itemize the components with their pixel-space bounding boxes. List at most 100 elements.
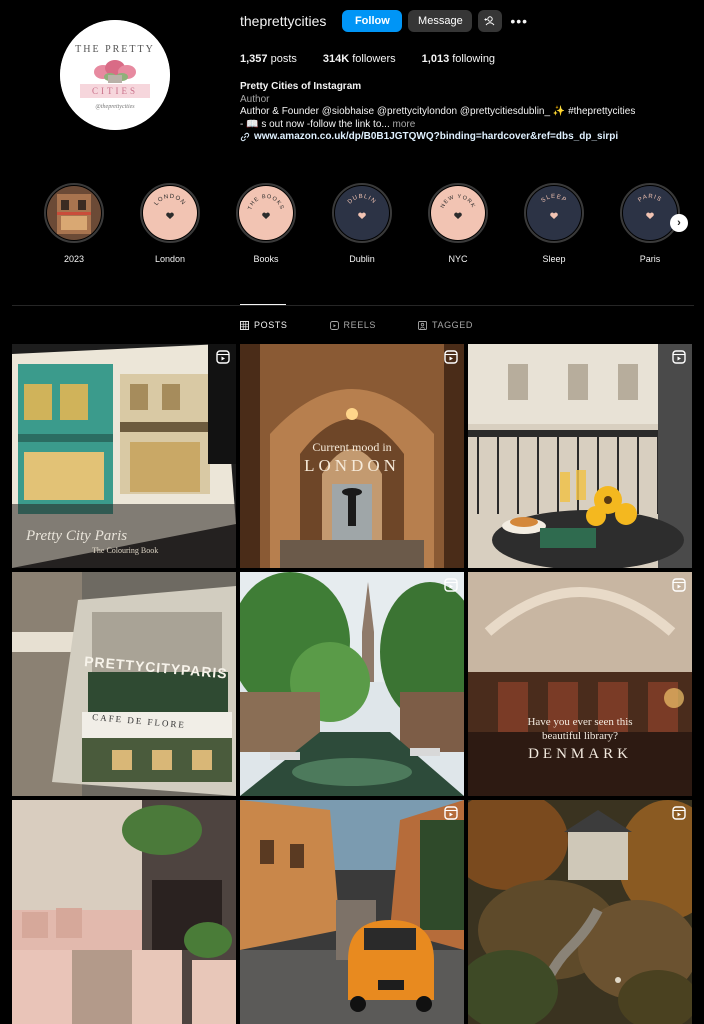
svg-text:NEW YORK: NEW YORK [440,194,476,210]
highlight-ring: LONDON [140,183,200,243]
post-tile[interactable] [12,800,236,1024]
profile-tabs: POSTS REELS TAGGED [240,320,515,330]
highlight-cover [47,186,101,240]
svg-text:SLEEP: SLEEP [541,194,568,204]
posts-grid: Pretty City Paris The Colouring Book Cur… [12,344,692,1024]
heart-badge-icon: LONDON [154,194,187,219]
avatar-sub-text: @theprettycities [95,104,135,110]
post-overlay-subtitle: Have you ever seen this [527,716,633,728]
post-tile[interactable] [240,572,464,796]
highlight-ring: DUBLIN [332,183,392,243]
post-tile[interactable]: Pretty City Paris The Colouring Book [12,344,236,568]
highlights-next-arrow-icon[interactable]: › [670,214,688,232]
post-overlay-subtitle: Current mood in [312,440,392,454]
autumn-village-image-icon [468,800,692,1024]
bio-line-1: Author & Founder @siobhaise @prettycityl… [240,106,636,117]
avatar-bottom-text: CITIES [92,86,138,96]
profile-action-row: theprettycities Follow Message ••• [240,9,528,33]
heart-badge-icon: THE BOOKS [247,194,284,219]
grid-icon [240,320,249,330]
post-tile[interactable] [468,800,692,1024]
highlight-label: London [154,254,186,264]
post-overlay-subtitle-2: beautiful library? [541,730,619,742]
reel-indicator-icon [216,350,230,364]
post-tile[interactable] [468,344,692,568]
street-car-image-icon [240,800,464,1024]
heart-badge-icon: DUBLIN [347,194,377,219]
tab-reels-label: REELS [343,320,377,330]
highlight-cover: LONDON [143,186,197,240]
highlight-label: Sleep [542,254,566,264]
highlight-london[interactable]: LONDON London [138,183,202,264]
followers-count: 314K [322,53,350,65]
highlight-label: 2023 [63,254,85,264]
post-overlay-title: DENMARK [528,746,632,762]
svg-text:THE BOOKS: THE BOOKS [247,194,284,211]
reel-indicator-icon [444,350,458,364]
add-person-icon [484,16,495,26]
more-options-icon[interactable]: ••• [510,13,528,29]
highlight-cover: DUBLIN [335,186,389,240]
post-tile[interactable]: Have you ever seen this beautiful librar… [468,572,692,796]
post-overlay-subtitle: The Colouring Book [92,546,159,555]
tab-reels[interactable]: REELS [329,320,377,330]
highlight-2023[interactable]: 2023 [42,183,106,264]
tab-tagged[interactable]: TAGGED [418,320,473,330]
paris-book-image-icon [12,572,236,796]
highlight-ring: PARIS [620,183,680,243]
post-tile[interactable]: Current mood in LONDON [240,344,464,568]
highlight-sleep[interactable]: SLEEP Sleep [522,183,586,264]
highlight-ring: THE BOOKS [236,183,296,243]
story-highlights: 2023 LONDON London THE BOOKS Books DUBLI… [40,183,700,268]
profile-stats: 1,357 posts 314K followers 1,013 followi… [240,53,521,65]
profile-avatar[interactable]: THE PRETTY CITIES @theprettycities [60,20,170,130]
following-count: 1,013 [421,53,450,65]
suggested-accounts-button[interactable] [478,10,503,32]
heart-badge-icon: SLEEP [541,194,568,219]
tab-posts-label: POSTS [254,320,288,330]
follow-button[interactable]: Follow [342,10,403,32]
post-tile[interactable] [240,800,464,1024]
highlight-label: Paris [639,254,661,264]
balcony-breakfast-image-icon [468,344,692,568]
following-stat[interactable]: 1,013 following [422,53,495,65]
username: theprettycities [240,13,327,29]
highlight-label: Dublin [349,254,375,264]
reel-indicator-icon [672,578,686,592]
highlight-books[interactable]: THE BOOKS Books [234,183,298,264]
message-button[interactable]: Message [408,10,473,32]
avatar-logo-icon [60,20,170,130]
bio-external-link[interactable]: www.amazon.co.uk/dp/B0B1JGTQWQ?binding=h… [254,131,618,144]
highlight-ring [44,183,104,243]
highlight-nyc[interactable]: NEW YORK NYC [426,183,490,264]
post-tile[interactable]: PRETTYCITYPARIS CAFE DE FLORE [12,572,236,796]
posts-count: 1,357 [240,53,268,65]
posts-label: posts [270,53,297,65]
svg-text:DUBLIN: DUBLIN [347,194,377,206]
highlight-cover: NEW YORK [431,186,485,240]
bio-line-2: - 📖 s out now -follow the link to... [240,118,390,130]
lounge-image-icon [12,800,236,1024]
highlight-ring: NEW YORK [428,183,488,243]
highlight-cover: SLEEP [527,186,581,240]
highlight-label: NYC [448,254,468,264]
post-overlay-title: Pretty City Paris [26,528,128,544]
avatar-top-text: THE PRETTY [75,44,155,55]
highlight-cover: PARIS [623,186,677,240]
followers-stat[interactable]: 314K followers [323,53,396,65]
bio-more-link[interactable]: more [393,119,416,130]
following-label: following [452,53,496,65]
section-divider [12,305,694,306]
highlight-dublin[interactable]: DUBLIN Dublin [330,183,394,264]
highlight-label: Books [253,254,279,264]
highlight-cover: THE BOOKS [239,186,293,240]
svg-text:LONDON: LONDON [154,194,187,207]
storefront-icon [47,186,101,240]
reel-indicator-icon [444,806,458,820]
tagged-person-icon [418,320,427,330]
reels-icon [329,320,339,330]
tab-posts[interactable]: POSTS [240,320,288,330]
canal-image-icon [240,572,464,796]
reel-indicator-icon [444,578,458,592]
followers-label: followers [352,53,396,65]
